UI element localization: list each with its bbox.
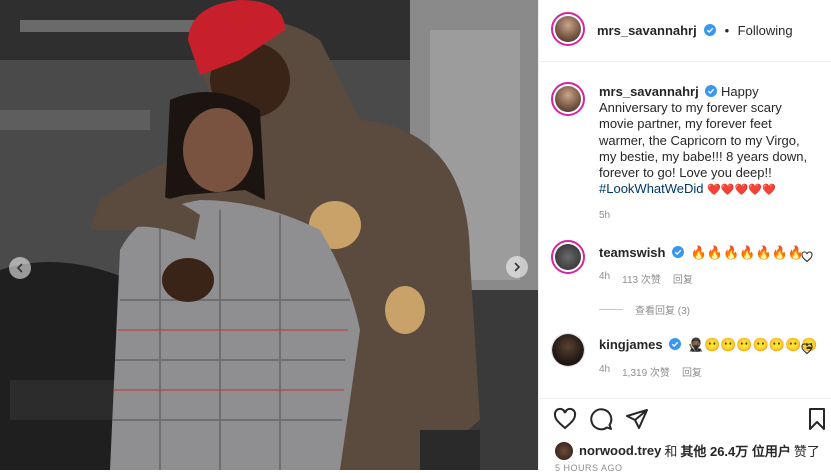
bookmark-icon[interactable]: [805, 407, 829, 431]
verified-badge-icon: [704, 24, 717, 36]
view-replies-button[interactable]: 查看回复 (3): [599, 302, 690, 317]
likes-others[interactable]: 其他 26.4万 位用户: [680, 441, 791, 460]
comment-kingjames: kingjames 🥷🏾😶😶😶😶😶😶😦: [599, 337, 817, 353]
caption-hashtag[interactable]: #LookWhatWeDid: [599, 181, 704, 196]
caption-time[interactable]: 5h: [599, 210, 610, 221]
view-replies-line: [599, 309, 623, 310]
post-header: mrs_savannahrj • Following: [539, 0, 831, 62]
post-caption: mrs_savannahrj Happy Anniversary to my f…: [599, 84, 814, 198]
verified-badge-icon: [705, 85, 718, 97]
caption-avatar-image: [555, 86, 581, 112]
post-side-panel: mrs_savannahrj • Following mrs_savannahr…: [538, 0, 831, 473]
action-bar: [539, 398, 831, 438]
liker-username[interactable]: norwood.trey: [579, 443, 661, 458]
comment-avatar-image: [552, 334, 584, 366]
comment-reply-button[interactable]: 回复: [682, 364, 702, 379]
comment-like-heart-icon[interactable]: [801, 251, 813, 263]
caption-username[interactable]: mrs_savannahrj: [599, 84, 699, 99]
caption-author-avatar[interactable]: [551, 82, 585, 116]
author-username[interactable]: mrs_savannahrj: [597, 23, 697, 38]
comment-likes[interactable]: 113 次赞: [622, 271, 661, 286]
chevron-left-icon: [16, 263, 23, 273]
comment-text: 🥷🏾😶😶😶😶😶😶😦: [687, 337, 818, 352]
post-photo: [0, 0, 538, 470]
comment-time[interactable]: 4h: [599, 271, 610, 286]
comment-like-heart-icon[interactable]: [801, 343, 813, 355]
comment-time[interactable]: 4h: [599, 364, 610, 379]
couple-photo-illustration: [0, 0, 538, 470]
carousel-prev-button[interactable]: [9, 257, 31, 279]
comment-bubble-icon[interactable]: [589, 407, 613, 431]
header-user-row: mrs_savannahrj • Following: [597, 22, 793, 40]
post-timestamp[interactable]: 5 HOURS AGO: [555, 463, 623, 473]
comment-reply-button[interactable]: 回复: [673, 271, 693, 286]
comment-teamswish: teamswish 🔥🔥🔥🔥🔥🔥🔥: [599, 245, 804, 261]
liker-avatar[interactable]: [555, 441, 573, 460]
verified-badge-icon: [669, 338, 682, 350]
chevron-right-icon: [514, 262, 521, 272]
carousel-next-button[interactable]: [506, 256, 528, 278]
comment-avatar-kingjames[interactable]: [551, 333, 585, 367]
verified-badge-icon: [672, 246, 685, 258]
author-avatar-image: [555, 16, 581, 42]
comment-username[interactable]: kingjames: [599, 337, 663, 352]
caption-hearts: ❤️❤️❤️❤️❤️: [707, 184, 776, 197]
comment-meta: 4h 113 次赞 回复: [599, 271, 693, 286]
heart-outline-icon[interactable]: [553, 407, 577, 431]
view-replies-label: 查看回复 (3): [635, 306, 690, 317]
following-button[interactable]: Following: [738, 23, 793, 38]
likes-and: 和: [664, 444, 678, 459]
separator-dot: •: [724, 23, 730, 38]
comment-likes[interactable]: 1,319 次赞: [622, 364, 670, 379]
comment-text: 🔥🔥🔥🔥🔥🔥🔥: [690, 245, 805, 260]
comment-meta: 4h 1,319 次赞 回复: [599, 364, 702, 379]
comment-username[interactable]: teamswish: [599, 245, 665, 260]
author-avatar[interactable]: [551, 12, 585, 46]
comment-avatar-teamswish[interactable]: [551, 240, 585, 274]
likes-liked: 赞了: [793, 444, 820, 459]
likes-summary: norwood.trey 和 其他 26.4万 位用户 赞了: [555, 441, 820, 460]
comment-avatar-image: [555, 244, 581, 270]
paper-plane-icon[interactable]: [625, 407, 649, 431]
